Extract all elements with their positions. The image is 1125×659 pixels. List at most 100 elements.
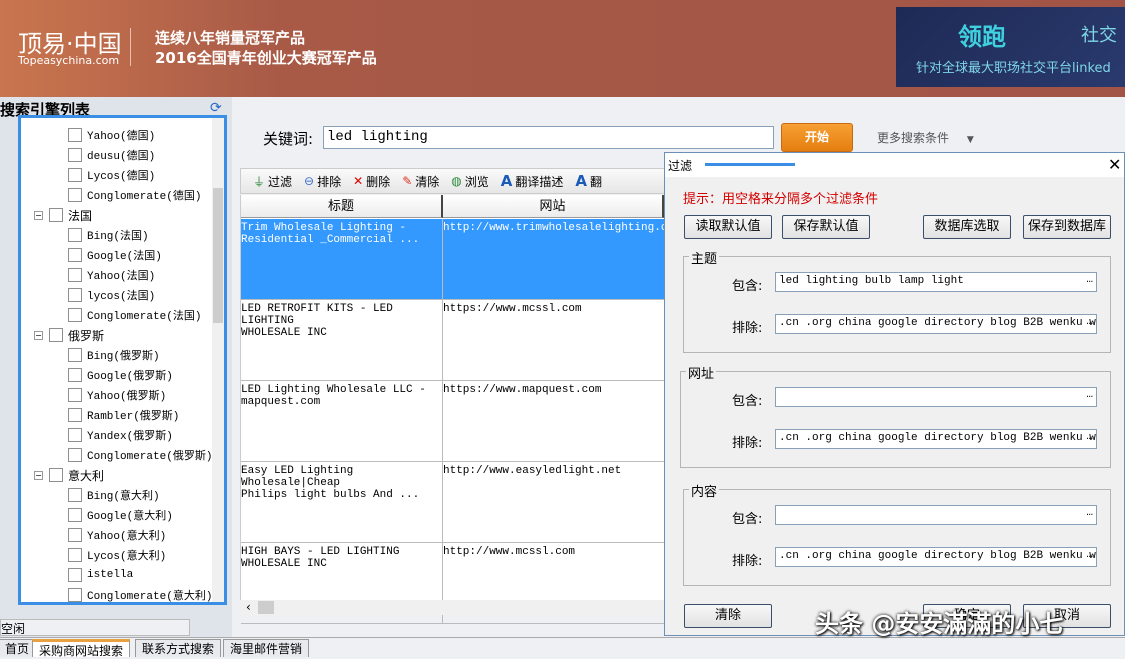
include-field[interactable]: led lighting bulb lamp light…: [775, 272, 1097, 292]
column-header-site[interactable]: 网站: [443, 195, 664, 218]
ellipsis-button[interactable]: …: [1086, 316, 1093, 328]
translate-description-button[interactable]: A翻译描述: [501, 172, 564, 190]
checkbox[interactable]: [68, 548, 82, 562]
tree-scrollbar[interactable]: [212, 118, 224, 602]
refresh-icon[interactable]: ⟳: [210, 100, 222, 116]
tree-item[interactable]: Yahoo(德国): [68, 126, 155, 144]
save-default-button[interactable]: 保存默认值: [782, 215, 870, 239]
bottom-tab[interactable]: 首页: [0, 639, 36, 657]
checkbox[interactable]: [68, 348, 82, 362]
ellipsis-button[interactable]: …: [1086, 389, 1093, 401]
tree-item[interactable]: Yahoo(意大利): [68, 526, 166, 544]
checkbox[interactable]: [49, 208, 63, 222]
tree-item[interactable]: Yahoo(俄罗斯): [68, 386, 166, 404]
bottom-tab[interactable]: 采购商网站搜索: [32, 639, 130, 657]
ellipsis-button[interactable]: …: [1086, 274, 1093, 286]
tree-group[interactable]: −意大利: [34, 466, 104, 484]
collapse-icon[interactable]: −: [34, 331, 43, 340]
checkbox[interactable]: [68, 428, 82, 442]
eraser-icon: ✎: [402, 174, 412, 188]
collapse-icon[interactable]: −: [34, 471, 43, 480]
checkbox[interactable]: [68, 248, 82, 262]
include-field[interactable]: …: [775, 387, 1097, 407]
table-row[interactable]: Easy LED Lighting Wholesale|Cheap Philip…: [241, 462, 664, 543]
tree-item[interactable]: Conglomerate(法国): [68, 306, 201, 324]
ellipsis-button[interactable]: …: [1086, 431, 1093, 443]
tree-item[interactable]: Yahoo(法国): [68, 266, 155, 284]
clear-filter-button[interactable]: 清除: [684, 604, 772, 628]
checkbox[interactable]: [68, 508, 82, 522]
save-to-database-button[interactable]: 保存到数据库: [1023, 215, 1111, 239]
tree-item[interactable]: Google(法国): [68, 246, 162, 264]
tree-item[interactable]: istella: [68, 566, 133, 584]
checkbox[interactable]: [68, 408, 82, 422]
tree-group[interactable]: −法国: [34, 206, 92, 224]
tree-item[interactable]: Bing(意大利): [68, 486, 160, 504]
checkbox[interactable]: [68, 188, 82, 202]
database-select-button[interactable]: 数据库选取: [923, 215, 1011, 239]
close-icon[interactable]: ✕: [1108, 155, 1121, 174]
filter-dialog: 过滤 ✕ 提示：用空格来分隔多个过滤条件 读取默认值 保存默认值 数据库选取 保…: [664, 152, 1125, 636]
ad-banner[interactable]: 领跑 社交 针对全球最大职场社交平台linked: [896, 7, 1125, 87]
table-row[interactable]: LED Lighting Wholesale LLC - mapquest.co…: [241, 381, 664, 462]
browse-button[interactable]: ◍浏览: [451, 173, 489, 190]
bottom-tab[interactable]: 联系方式搜索: [135, 639, 221, 657]
tree-group[interactable]: −俄罗斯: [34, 326, 104, 344]
exclude-field[interactable]: .cn .org china google directory blog B2B…: [775, 547, 1097, 567]
tree-item[interactable]: Google(俄罗斯): [68, 366, 173, 384]
checkbox[interactable]: [68, 268, 82, 282]
include-field[interactable]: …: [775, 505, 1097, 525]
tree-item[interactable]: Rambler(俄罗斯): [68, 406, 179, 424]
tree-item[interactable]: Lycos(意大利): [68, 546, 166, 564]
tree-item[interactable]: Bing(法国): [68, 226, 149, 244]
scroll-thumb[interactable]: [213, 188, 223, 323]
load-default-button[interactable]: 读取默认值: [684, 215, 772, 239]
ellipsis-button[interactable]: …: [1086, 507, 1093, 519]
tree-item[interactable]: lycos(法国): [68, 286, 155, 304]
cell-site: https://www.mapquest.com: [443, 384, 663, 396]
tree-item[interactable]: Lycos(德国): [68, 166, 155, 184]
checkbox[interactable]: [68, 448, 82, 462]
checkbox[interactable]: [68, 228, 82, 242]
exclude-button[interactable]: ⊖排除: [304, 173, 341, 190]
start-button[interactable]: 开始: [781, 123, 853, 152]
ellipsis-button[interactable]: …: [1086, 549, 1093, 561]
checkbox[interactable]: [68, 288, 82, 302]
checkbox[interactable]: [68, 148, 82, 162]
filter-button[interactable]: ⏚过滤: [253, 173, 292, 190]
checkbox[interactable]: [68, 588, 82, 602]
translate-button[interactable]: A翻: [575, 172, 602, 190]
scroll-left-icon[interactable]: ‹: [246, 600, 251, 614]
delete-button[interactable]: ✕删除: [353, 173, 390, 190]
checkbox[interactable]: [68, 488, 82, 502]
tree-item[interactable]: Conglomerate(德国): [68, 186, 201, 204]
clear-button[interactable]: ✎清除: [402, 173, 439, 190]
tree-item[interactable]: Google(意大利): [68, 506, 173, 524]
collapse-icon[interactable]: −: [34, 211, 43, 220]
checkbox[interactable]: [68, 308, 82, 322]
tree-item[interactable]: Conglomerate(俄罗斯): [68, 446, 212, 464]
checkbox[interactable]: [49, 468, 63, 482]
exclude-field[interactable]: .cn .org china google directory blog B2B…: [775, 429, 1097, 449]
checkbox[interactable]: [68, 528, 82, 542]
tree-item[interactable]: Bing(俄罗斯): [68, 346, 160, 364]
search-engine-tree[interactable]: Yahoo(德国) deusu(德国) Lycos(德国) Conglomerate(…: [18, 115, 227, 605]
table-row[interactable]: LED RETROFIT KITS - LED LIGHTING WHOLESA…: [241, 300, 664, 381]
keyword-input[interactable]: led lighting: [323, 126, 774, 149]
tree-item[interactable]: Conglomerate(意大利): [68, 586, 212, 604]
checkbox[interactable]: [49, 328, 63, 342]
checkbox[interactable]: [68, 388, 82, 402]
table-row[interactable]: Trim Wholesale Lighting - Residential _C…: [241, 219, 664, 300]
checkbox[interactable]: [68, 128, 82, 142]
checkbox[interactable]: [68, 168, 82, 182]
bottom-tab[interactable]: 海里邮件营销: [223, 639, 309, 657]
column-header-title[interactable]: 标题: [241, 195, 443, 218]
exclude-field[interactable]: .cn .org china google directory blog B2B…: [775, 314, 1097, 334]
checkbox[interactable]: [68, 568, 82, 582]
checkbox[interactable]: [68, 368, 82, 382]
horizontal-scrollbar[interactable]: ‹: [240, 600, 665, 615]
tree-item[interactable]: Yandex(俄罗斯): [68, 426, 173, 444]
more-conditions-dropdown[interactable]: 更多搜索条件 ▼: [877, 129, 974, 146]
tree-item[interactable]: deusu(德国): [68, 146, 155, 164]
scroll-thumb[interactable]: [258, 601, 274, 614]
